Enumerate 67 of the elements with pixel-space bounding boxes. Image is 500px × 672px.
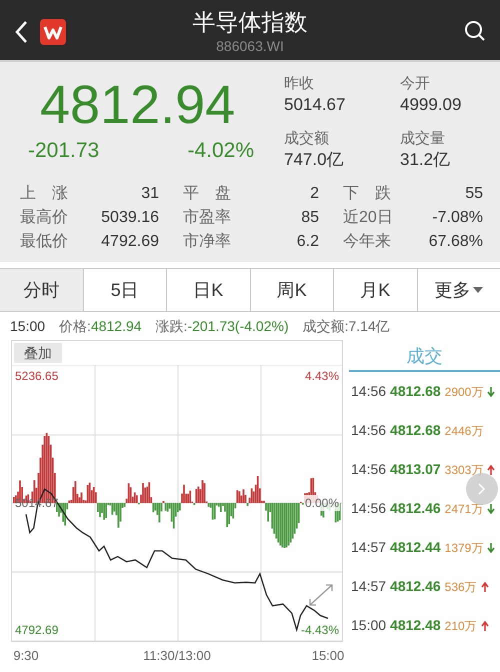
current-price: 4812.94: [39, 74, 236, 137]
stat-label: 市盈率: [183, 208, 231, 228]
stat-label: 成交额: [284, 129, 330, 149]
stat-label: 上 涨: [20, 184, 68, 204]
page-title: 半导体指数: [192, 8, 308, 37]
trade-volume: 1379万: [444, 540, 484, 556]
stat-label: 近20日: [343, 208, 393, 228]
panel-title: 成交: [349, 340, 500, 372]
stat-label: 下 跌: [343, 184, 391, 204]
stat-label: 市净率: [183, 232, 231, 252]
price-change: -201.73: [28, 138, 100, 164]
trade-time: 15:00: [351, 616, 386, 635]
trade-price: 4812.46: [390, 577, 441, 596]
stat-label: 今年来: [343, 232, 391, 252]
trade-time: 14:57: [351, 538, 386, 557]
change-value: -201.73(-4.02%): [187, 316, 289, 336]
trade-price: 4812.68: [390, 382, 441, 401]
stat-value: 31.2亿: [400, 149, 452, 171]
stat-value: 55: [465, 184, 483, 204]
axis-label: 0.00%: [304, 495, 340, 511]
price-label: 价格:: [59, 316, 91, 336]
trade-price: 4812.46: [390, 499, 441, 518]
time-axis-label: 15:00: [312, 647, 344, 665]
trade-price: 4812.68: [390, 421, 441, 440]
stat-value: -7.08%: [432, 208, 483, 228]
axis-label: 5236.65: [14, 368, 60, 384]
trade-volume: 2471万: [444, 500, 484, 518]
stat-value: 4999.09: [400, 94, 462, 116]
trade-volume: 210万: [444, 618, 477, 634]
time-axis-label: 9:30: [13, 647, 39, 665]
stat-value: 6.2: [296, 232, 319, 252]
stat-value: 85: [301, 208, 319, 228]
overlay-button[interactable]: 叠加: [14, 343, 62, 363]
time-axis-label: 11:30/13:00: [143, 647, 211, 665]
stat-label: 昨收: [284, 74, 315, 94]
stat-value: 67.68%: [428, 232, 483, 252]
time-label: 15:00: [10, 316, 46, 336]
stat-value: 2: [310, 184, 319, 204]
axis-label: 4792.69: [14, 622, 60, 638]
trade-time: 14:56: [351, 460, 386, 479]
stat-value: 5039.16: [101, 208, 159, 228]
trade-volume: 536万: [444, 578, 477, 596]
stat-label: 今开: [400, 74, 431, 94]
stat-value: 4792.69: [101, 232, 159, 252]
stat-label: 最低价: [20, 232, 68, 252]
trade-price: 4813.07: [390, 460, 441, 479]
trade-time: 14:57: [351, 577, 386, 596]
trade-time: 14:56: [351, 421, 386, 440]
amount-text: 成交额:7.14亿: [302, 316, 390, 336]
chart-tab[interactable]: 分时: [0, 269, 82, 311]
price-value: 4812.94: [90, 316, 142, 336]
change-label: 涨跌:: [156, 316, 188, 336]
stat-value: 5014.67: [284, 94, 346, 116]
stat-value: 747.0亿: [284, 149, 345, 171]
trade-time: 14:56: [351, 382, 386, 401]
trade-price: 4812.48: [390, 616, 441, 635]
stat-value: 31: [141, 184, 159, 204]
trade-volume: 2900万: [444, 384, 484, 400]
stat-label: 最高价: [20, 208, 68, 228]
stat-label: 平 盘: [183, 184, 231, 204]
trade-volume: 2446万: [444, 422, 484, 440]
trade-time: 14:56: [351, 499, 386, 518]
percent-change: -4.02%: [187, 138, 254, 164]
index-code: 886063.WI: [216, 37, 284, 55]
trade-price: 4812.44: [390, 538, 441, 557]
trade-volume: 3303万: [444, 462, 484, 478]
stat-label: 成交量: [400, 129, 446, 149]
